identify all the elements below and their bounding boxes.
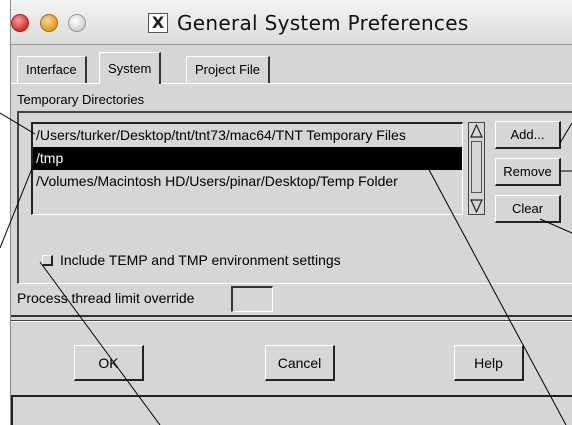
temp-dir-list[interactable]: /Users/turker/Desktop/tnt/tnt73/mac64/TN… xyxy=(31,122,463,215)
window-title: General System Preferences xyxy=(177,11,469,35)
thread-limit-input[interactable] xyxy=(231,286,273,312)
temporary-directories-label: Temporary Directories xyxy=(17,92,145,107)
thread-limit-label: Process thread limit override xyxy=(17,290,195,306)
include-env-label: Include TEMP and TMP environment setting… xyxy=(60,252,341,268)
x11-icon: X xyxy=(148,13,168,33)
zoom-icon[interactable] xyxy=(68,14,86,32)
down-arrow-icon[interactable] xyxy=(470,198,483,213)
add-button[interactable]: Add... xyxy=(495,121,561,149)
clear-button[interactable]: Clear xyxy=(495,195,561,223)
list-scrollbar[interactable] xyxy=(468,122,485,215)
help-button[interactable]: Help xyxy=(454,345,524,381)
remove-button[interactable]: Remove xyxy=(495,158,561,186)
preferences-window: X General System Preferences Interface S… xyxy=(10,0,572,425)
ok-button[interactable]: OK xyxy=(74,345,144,381)
include-env-checkbox[interactable] xyxy=(42,255,53,266)
list-item[interactable]: /Users/turker/Desktop/tnt/tnt73/mac64/TN… xyxy=(33,124,462,147)
close-icon[interactable] xyxy=(11,14,29,32)
tab-project-file[interactable]: Project File xyxy=(186,56,271,83)
up-arrow-icon[interactable] xyxy=(470,124,483,139)
cancel-button[interactable]: Cancel xyxy=(265,345,335,381)
minimize-icon[interactable] xyxy=(40,14,58,32)
title-bar: X General System Preferences xyxy=(11,0,572,45)
divider xyxy=(11,320,572,322)
list-item-selected[interactable]: /tmp xyxy=(33,147,462,170)
tab-interface[interactable]: Interface xyxy=(17,56,87,83)
tab-system[interactable]: System xyxy=(99,52,162,84)
scrollbar-thumb[interactable] xyxy=(471,141,482,193)
list-item[interactable]: /Volumes/Macintosh HD/Users/pinar/Deskto… xyxy=(33,170,462,193)
status-bar xyxy=(11,395,572,425)
